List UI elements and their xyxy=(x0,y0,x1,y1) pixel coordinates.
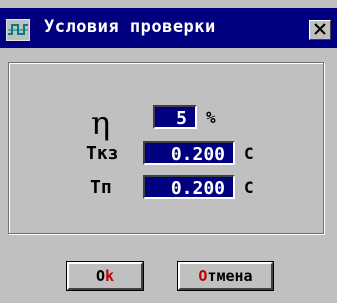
title-bar[interactable]: Условия проверки xyxy=(0,8,337,48)
tp-label: Tп xyxy=(90,177,112,198)
close-icon xyxy=(313,21,327,40)
signal-step-icon[interactable] xyxy=(5,18,31,42)
tp-unit: C xyxy=(244,178,254,197)
eta-unit: % xyxy=(206,108,216,127)
cancel-label-rest: тмена xyxy=(207,267,253,285)
tp-input[interactable]: 0.200 xyxy=(143,175,235,199)
window-title: Условия проверки xyxy=(44,17,216,37)
tkz-input[interactable]: 0.200 xyxy=(143,141,235,165)
ok-label-rest: k xyxy=(105,267,115,285)
eta-input[interactable]: 5 xyxy=(153,105,197,129)
eta-label: η xyxy=(91,104,111,142)
close-button[interactable] xyxy=(309,20,331,40)
ok-hotkey: O xyxy=(95,267,105,285)
dialog-window: Условия проверки η 5 % Tкз 0.200 C Tп 0.… xyxy=(0,0,337,303)
tkz-label: Tкз xyxy=(86,143,119,164)
ok-button[interactable]: Ok xyxy=(66,261,144,291)
cancel-button[interactable]: Отмена xyxy=(177,261,274,291)
tkz-unit: C xyxy=(244,144,254,163)
